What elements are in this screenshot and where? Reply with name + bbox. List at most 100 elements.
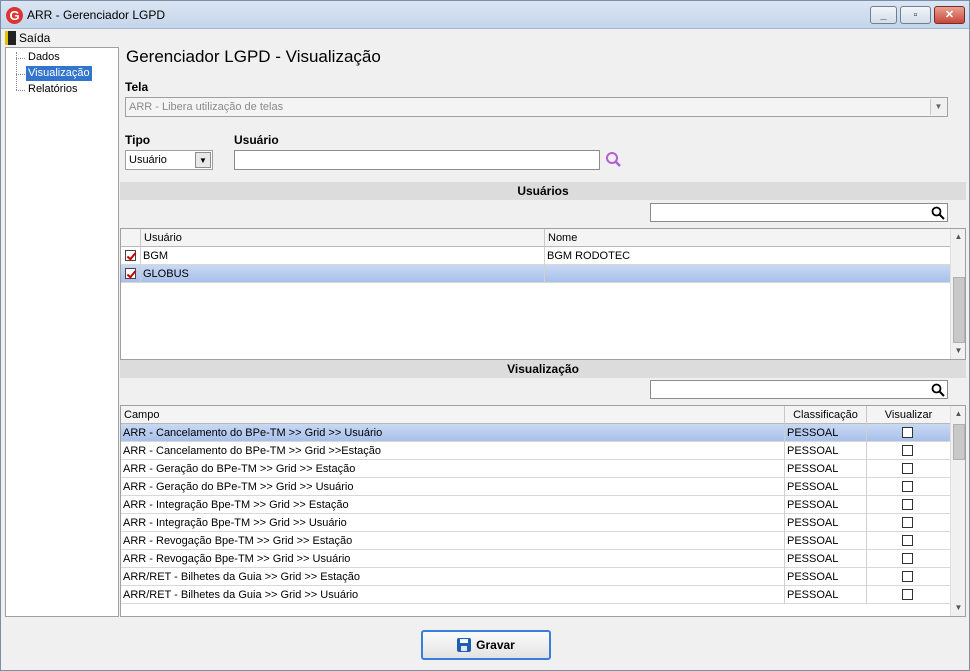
classificacao-cell: PESSOAL: [785, 496, 867, 514]
classificacao-cell: PESSOAL: [785, 514, 867, 532]
visualizacao-grid: Campo Classificação Visualizar ARR - Can…: [120, 405, 966, 617]
table-row[interactable]: ARR/RET - Bilhetes da Guia >> Grid >> Us…: [121, 586, 950, 604]
visualizar-cell: [867, 550, 950, 568]
minimize-icon: _: [880, 9, 887, 21]
table-row[interactable]: GLOBUS: [121, 265, 950, 283]
search-icon[interactable]: [931, 206, 945, 220]
nome-cell: BGM RODOTEC: [547, 250, 631, 262]
usuarios-filter-input[interactable]: [650, 203, 948, 222]
table-row[interactable]: ARR - Integração Bpe-TM >> Grid >> Usuár…: [121, 514, 950, 532]
column-header-check: [121, 229, 141, 247]
usuario-search-button[interactable]: [604, 151, 624, 169]
campo-cell: ARR - Integração Bpe-TM >> Grid >> Usuár…: [121, 514, 785, 532]
search-icon[interactable]: [931, 383, 945, 397]
floppy-disk-icon: [457, 638, 472, 652]
page-title: Gerenciador LGPD - Visualização: [126, 47, 381, 66]
table-row[interactable]: BGM BGM RODOTEC: [121, 247, 950, 265]
maximize-button[interactable]: ▫: [900, 6, 931, 24]
row-checkbox[interactable]: [125, 250, 136, 261]
tela-select[interactable]: ARR - Libera utilização de telas ▼: [125, 97, 948, 117]
menu-exit[interactable]: Saída: [5, 29, 50, 46]
visualizacao-filter-input[interactable]: [650, 380, 948, 399]
usuario-input[interactable]: [234, 150, 600, 170]
table-row[interactable]: ARR - Integração Bpe-TM >> Grid >> Estaç…: [121, 496, 950, 514]
close-icon: ✕: [944, 9, 955, 21]
column-header-usuario[interactable]: Usuário: [141, 229, 545, 247]
classificacao-cell: PESSOAL: [785, 478, 867, 496]
table-row[interactable]: ARR - Geração do BPe-TM >> Grid >> Estaç…: [121, 460, 950, 478]
chevron-down-icon: ▼: [195, 152, 211, 168]
visualizar-checkbox[interactable]: [902, 499, 913, 510]
table-row[interactable]: ARR/RET - Bilhetes da Guia >> Grid >> Es…: [121, 568, 950, 586]
scroll-thumb[interactable]: [953, 424, 965, 460]
column-header-classificacao[interactable]: Classificação: [785, 406, 867, 424]
classificacao-cell: PESSOAL: [785, 424, 867, 442]
column-header-campo[interactable]: Campo: [121, 406, 785, 424]
row-checkbox[interactable]: [125, 268, 136, 279]
scroll-up-icon[interactable]: ▲: [951, 406, 965, 422]
visualizar-checkbox[interactable]: [902, 553, 913, 564]
usuarios-section-header: Usuários: [120, 182, 966, 200]
table-row[interactable]: ARR - Cancelamento do BPe-TM >> Grid >>E…: [121, 442, 950, 460]
table-row[interactable]: ARR - Cancelamento do BPe-TM >> Grid >> …: [121, 424, 950, 442]
visualizar-checkbox[interactable]: [902, 589, 913, 600]
scroll-up-icon[interactable]: ▲: [951, 229, 965, 245]
campo-cell: ARR - Integração Bpe-TM >> Grid >> Estaç…: [121, 496, 785, 514]
table-row[interactable]: ARR - Geração do BPe-TM >> Grid >> Usuár…: [121, 478, 950, 496]
usuarios-scrollbar[interactable]: ▲ ▼: [950, 229, 965, 359]
scroll-thumb[interactable]: [953, 277, 965, 343]
classificacao-cell: PESSOAL: [785, 532, 867, 550]
title-bar[interactable]: G ARR - Gerenciador LGPD _ ▫ ✕: [1, 1, 969, 29]
menu-exit-label: Saída: [19, 30, 51, 45]
menu-bar: Saída: [1, 29, 969, 46]
scroll-down-icon[interactable]: ▼: [951, 343, 965, 359]
sidebar-tree: Dados Visualização Relatórios: [5, 47, 119, 617]
column-header-visualizar[interactable]: Visualizar: [867, 406, 950, 424]
visualizar-cell: [867, 496, 950, 514]
classificacao-cell: PESSOAL: [785, 586, 867, 604]
tela-select-value: ARR - Libera utilização de telas: [129, 101, 284, 113]
usuario-cell: GLOBUS: [141, 265, 545, 283]
sidebar-item-dados[interactable]: Dados: [26, 50, 62, 65]
campo-cell: ARR/RET - Bilhetes da Guia >> Grid >> Us…: [121, 586, 785, 604]
nome-cell: [545, 265, 950, 283]
window-title: ARR - Gerenciador LGPD: [27, 8, 166, 22]
sidebar-item-visualizacao[interactable]: Visualização: [26, 66, 92, 81]
visualizar-checkbox[interactable]: [902, 427, 913, 438]
visualizar-cell: [867, 442, 950, 460]
app-window: G ARR - Gerenciador LGPD _ ▫ ✕ Saída Dad…: [0, 0, 970, 671]
campo-cell: ARR - Geração do BPe-TM >> Grid >> Usuár…: [121, 478, 785, 496]
save-button-label: Gravar: [476, 638, 515, 652]
column-header-nome[interactable]: Nome: [545, 229, 950, 247]
visualizar-checkbox[interactable]: [902, 445, 913, 456]
campo-cell: ARR - Geração do BPe-TM >> Grid >> Estaç…: [121, 460, 785, 478]
campo-cell: ARR - Revogação Bpe-TM >> Grid >> Usuári…: [121, 550, 785, 568]
close-button[interactable]: ✕: [934, 6, 965, 24]
visualizacao-scrollbar[interactable]: ▲ ▼: [950, 406, 965, 616]
exit-door-icon: [5, 30, 16, 45]
visualizar-checkbox[interactable]: [902, 481, 913, 492]
usuarios-grid-header: Usuário Nome: [121, 229, 950, 247]
table-row[interactable]: ARR - Revogação Bpe-TM >> Grid >> Estaçã…: [121, 532, 950, 550]
scroll-down-icon[interactable]: ▼: [951, 600, 965, 616]
classificacao-cell: PESSOAL: [785, 568, 867, 586]
visualizar-checkbox[interactable]: [902, 463, 913, 474]
classificacao-cell: PESSOAL: [785, 442, 867, 460]
row-check-cell: [121, 247, 141, 265]
minimize-button[interactable]: _: [870, 6, 897, 24]
campo-cell: ARR - Cancelamento do BPe-TM >> Grid >> …: [121, 424, 785, 442]
table-row[interactable]: ARR - Revogação Bpe-TM >> Grid >> Usuári…: [121, 550, 950, 568]
visualizar-checkbox[interactable]: [902, 535, 913, 546]
usuarios-grid: Usuário Nome BGM BGM RODOTEC GLOBUS ▲ ▼: [120, 228, 966, 360]
tipo-select[interactable]: Usuário ▼: [125, 150, 213, 170]
visualizar-checkbox[interactable]: [902, 517, 913, 528]
campo-cell: ARR - Cancelamento do BPe-TM >> Grid >>E…: [121, 442, 785, 460]
visualizar-cell: [867, 460, 950, 478]
usuario-label: Usuário: [234, 133, 279, 147]
sidebar-item-relatorios[interactable]: Relatórios: [26, 82, 80, 97]
visualizacao-grid-header: Campo Classificação Visualizar: [121, 406, 950, 424]
visualizar-checkbox[interactable]: [902, 571, 913, 582]
classificacao-cell: PESSOAL: [785, 460, 867, 478]
visualizar-cell: [867, 532, 950, 550]
save-button[interactable]: Gravar: [421, 630, 551, 660]
